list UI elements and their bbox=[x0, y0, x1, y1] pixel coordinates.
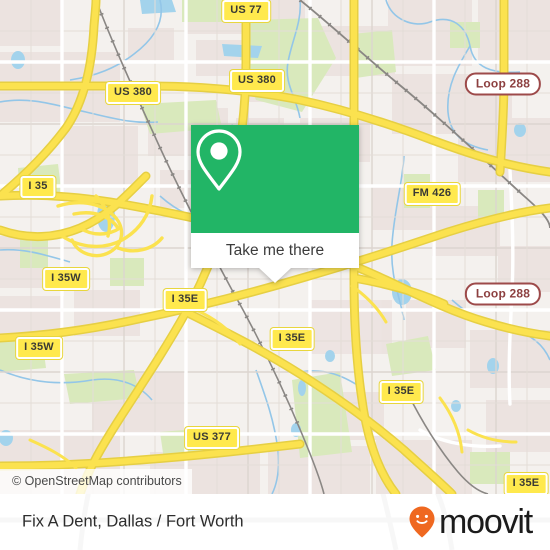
road-label-fm-426[interactable]: FM 426 bbox=[404, 183, 460, 205]
callout-button-label: Take me there bbox=[225, 241, 325, 259]
road-label-i-35e-b[interactable]: I 35E bbox=[270, 328, 314, 350]
footer-bar: Fix A Dent, Dallas / Fort Worth moovit bbox=[0, 494, 550, 550]
callout-button[interactable]: Take me there bbox=[191, 233, 359, 268]
map-canvas[interactable]: US 77 US 380 US 380 Loop 288 I 35 FM 426… bbox=[0, 0, 550, 494]
road-label-loop-288-a[interactable]: Loop 288 bbox=[464, 72, 542, 96]
road-label-i-35w-b[interactable]: I 35W bbox=[16, 337, 62, 359]
road-label-i-35[interactable]: I 35 bbox=[20, 176, 56, 198]
road-label-us-380-b[interactable]: US 380 bbox=[106, 82, 160, 104]
road-label-us-380-a[interactable]: US 380 bbox=[230, 70, 284, 92]
road-label-i-35e-c[interactable]: I 35E bbox=[379, 381, 423, 403]
map-pin-icon bbox=[196, 129, 242, 191]
place-title: Fix A Dent, Dallas / Fort Worth bbox=[22, 512, 244, 531]
callout-tail bbox=[259, 268, 291, 283]
road-label-i-35e-a[interactable]: I 35E bbox=[163, 289, 207, 311]
road-label-us-377[interactable]: US 377 bbox=[185, 427, 239, 449]
moovit-smiley-pin-icon bbox=[409, 506, 435, 538]
map-screen: US 77 US 380 US 380 Loop 288 I 35 FM 426… bbox=[0, 0, 550, 550]
road-label-us-77[interactable]: US 77 bbox=[222, 0, 270, 22]
road-label-loop-288-b[interactable]: Loop 288 bbox=[464, 282, 542, 306]
road-label-i-35w-a[interactable]: I 35W bbox=[43, 268, 89, 290]
moovit-wordmark: moovit bbox=[439, 503, 533, 541]
take-me-there-callout[interactable]: Take me there bbox=[191, 125, 359, 283]
osm-attribution[interactable]: © OpenStreetMap contributors bbox=[0, 469, 192, 494]
moovit-logo[interactable]: moovit bbox=[407, 503, 533, 541]
road-label-i-35e-d[interactable]: I 35E bbox=[504, 473, 548, 494]
callout-icon-area bbox=[191, 125, 359, 233]
